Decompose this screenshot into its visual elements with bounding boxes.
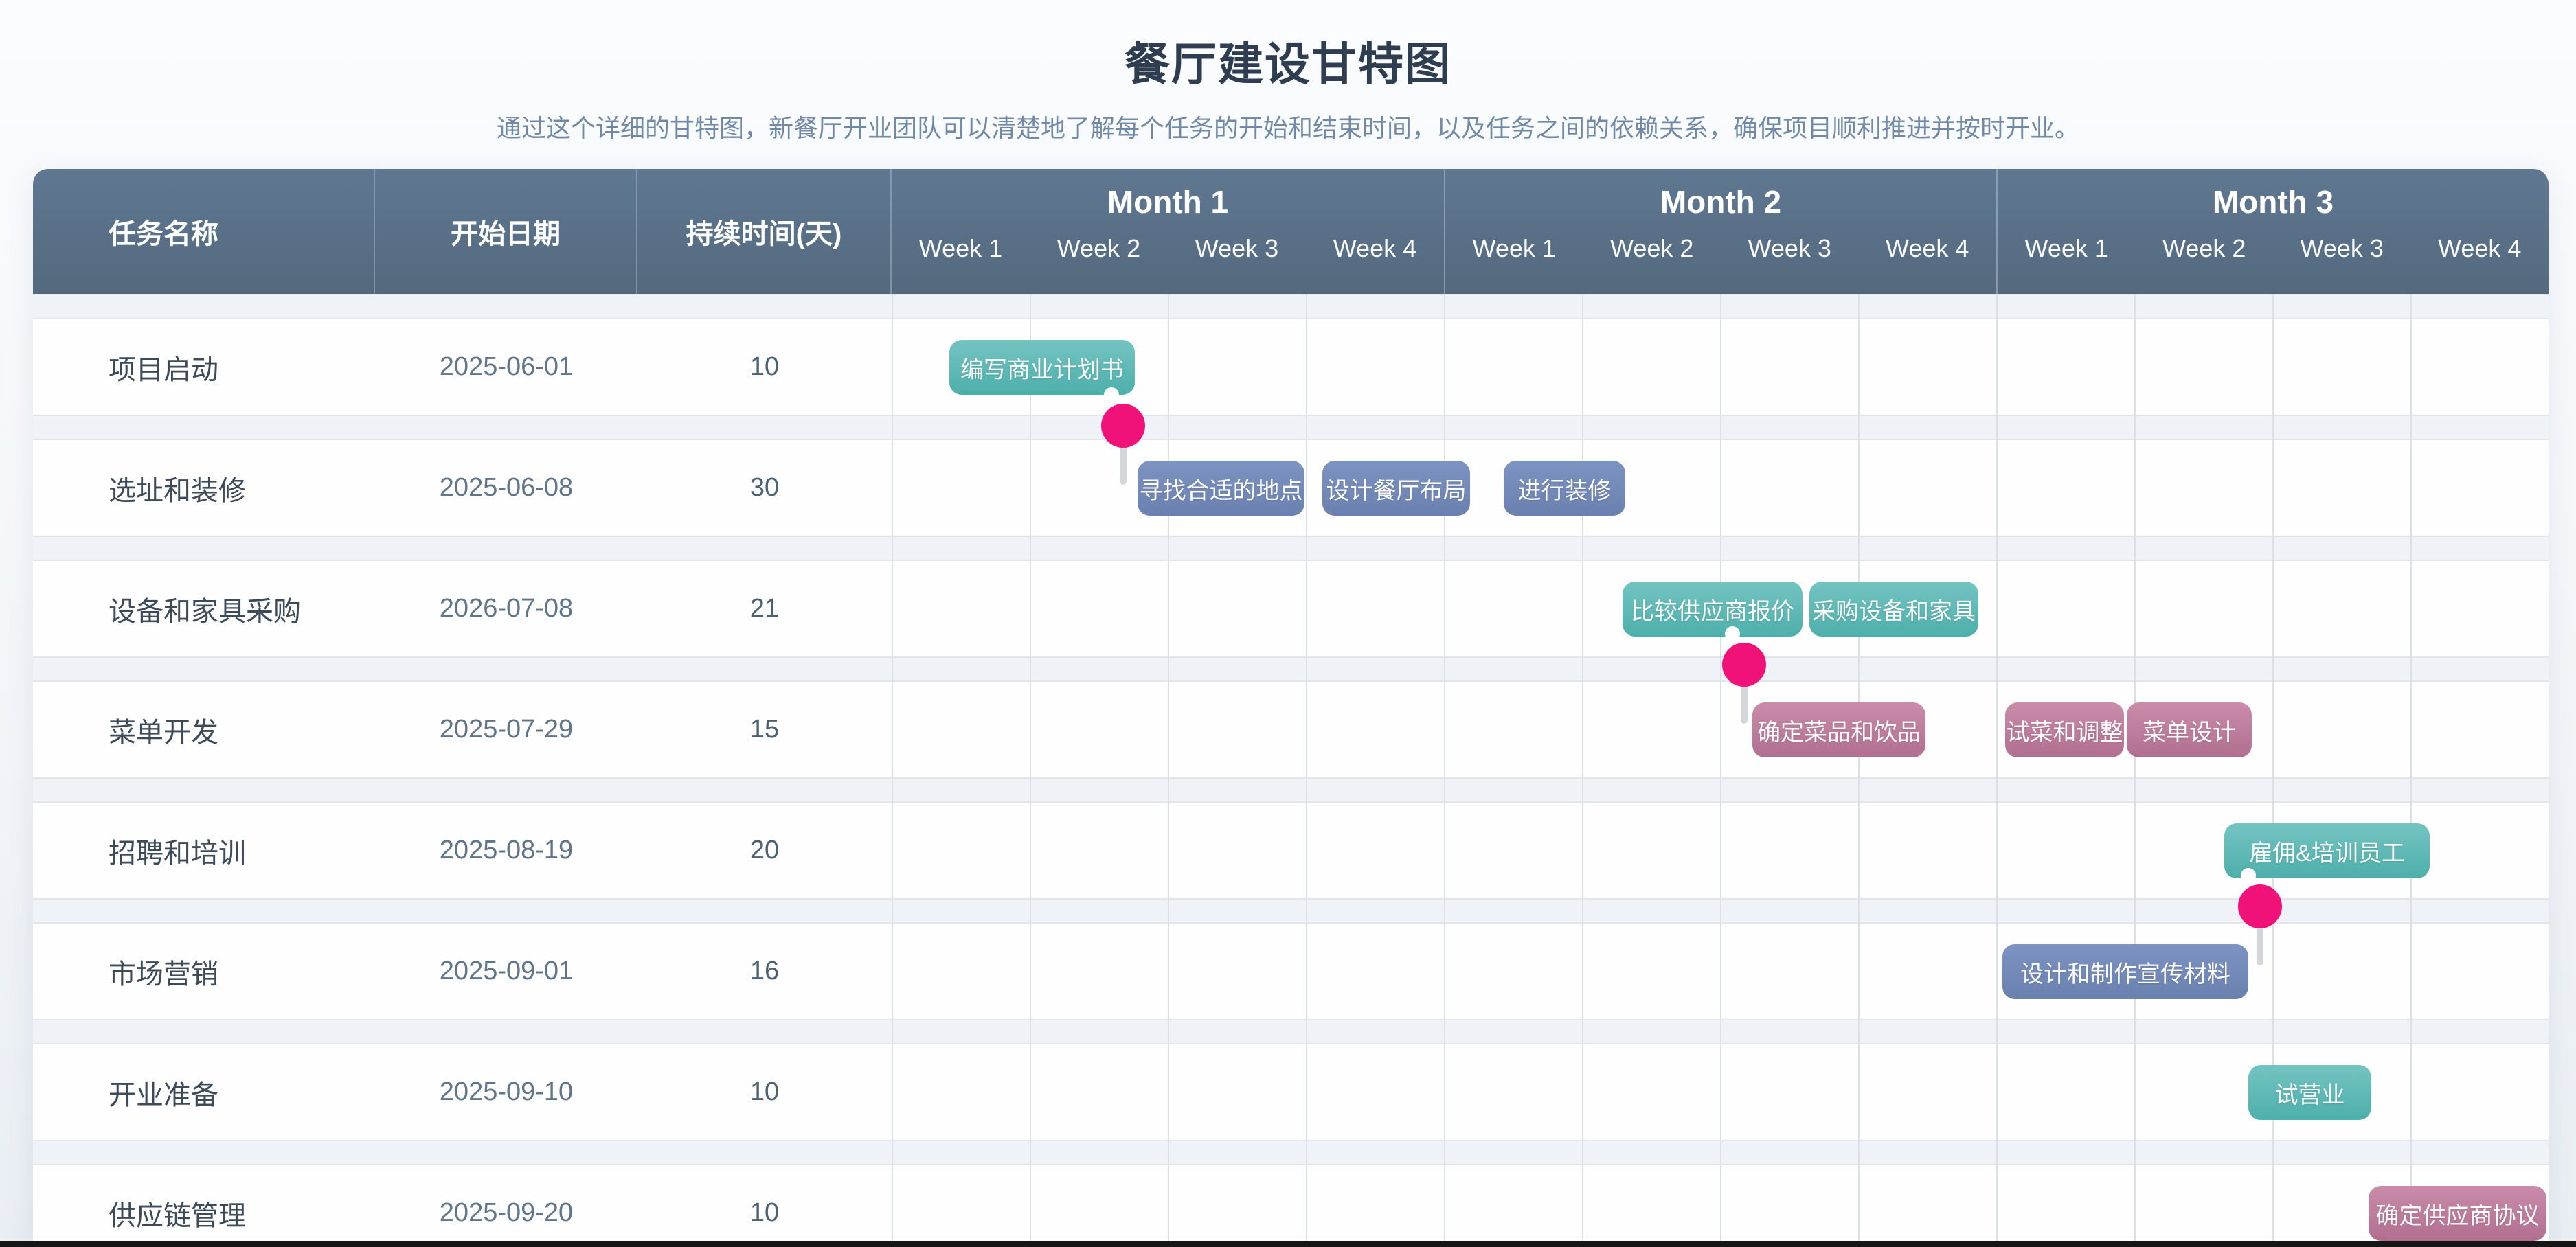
month-group-3: Month 3Week 1Week 2Week 3Week 4	[1996, 169, 2549, 294]
gantt-page: 餐厅建设甘特图 通过这个详细的甘特图，新餐厅开业团队可以清楚地了解每个任务的开始…	[0, 0, 2576, 1247]
table-row: 项目启动2025-06-0110	[33, 319, 2549, 415]
table-row: 招聘和培训2025-08-1920	[33, 803, 2549, 898]
week-label: Week 3	[1168, 234, 1306, 263]
table-body: 项目启动2025-06-0110选址和装修2025-06-0830设备和家具采购…	[33, 294, 2549, 1247]
task-name: 设备和家具采购	[33, 589, 375, 629]
month-label: Month 3	[1998, 169, 2549, 234]
table-row: 开业准备2025-09-1010	[33, 1044, 2549, 1140]
task-duration: 10	[637, 1198, 892, 1228]
task-duration: 30	[637, 473, 892, 503]
week-label: Week 2	[1030, 234, 1168, 263]
task-duration: 20	[637, 836, 892, 865]
week-row: Week 1Week 2Week 3Week 4	[1998, 234, 2549, 294]
gantt-bar[interactable]: 设计餐厅布局	[1322, 461, 1470, 516]
milestone-shine	[1104, 387, 1119, 402]
month-group-2: Month 2Week 1Week 2Week 3Week 4	[1444, 169, 1996, 294]
week-label: Week 1	[1445, 234, 1583, 263]
gantt-bar[interactable]: 采购设备和家具	[1809, 582, 1978, 637]
row-separator-band	[33, 294, 2549, 319]
week-label: Week 1	[892, 234, 1030, 263]
week-label: Week 3	[1721, 234, 1859, 263]
row-separator-band	[33, 536, 2549, 561]
week-label: Week 1	[1998, 234, 2136, 263]
gantt-bar[interactable]: 寻找合适的地点	[1138, 461, 1304, 516]
column-header-start-date: 开始日期	[375, 169, 637, 294]
task-name: 供应链管理	[33, 1193, 375, 1233]
row-separator-band	[33, 656, 2549, 682]
gantt-bar[interactable]: 进行装修	[1504, 461, 1625, 516]
gantt-bar[interactable]: 确定供应商协议	[2369, 1186, 2546, 1241]
gantt-table: 任务名称 开始日期 持续时间(天) Month 1Week 1Week 2Wee…	[33, 169, 2549, 1247]
row-separator-band	[33, 1140, 2549, 1165]
month-label: Month 2	[1445, 169, 1996, 234]
gantt-bar[interactable]: 编写商业计划书	[949, 340, 1135, 395]
gantt-bar[interactable]: 设计和制作宣传材料	[2002, 944, 2248, 999]
milestone-ball-icon	[1722, 643, 1766, 687]
gantt-bar[interactable]: 菜单设计	[2127, 702, 2252, 757]
week-label: Week 2	[2136, 234, 2274, 263]
task-duration: 16	[637, 957, 892, 986]
row-separator-band	[33, 777, 2549, 803]
week-label: Week 4	[2411, 234, 2549, 263]
task-start-date: 2025-09-10	[375, 1077, 637, 1107]
gantt-bar[interactable]: 试营业	[2248, 1065, 2371, 1120]
gantt-bar[interactable]: 比较供应商报价	[1623, 582, 1803, 637]
task-name: 招聘和培训	[33, 831, 375, 871]
task-duration: 15	[637, 715, 892, 744]
gantt-bar[interactable]: 确定菜品和饮品	[1752, 702, 1925, 757]
timeline-header: Month 1Week 1Week 2Week 3Week 4Month 2We…	[892, 169, 2549, 294]
task-start-date: 2025-06-08	[375, 473, 637, 503]
row-separator-band	[33, 415, 2549, 440]
week-label: Week 3	[2273, 234, 2411, 263]
month-group-1: Month 1Week 1Week 2Week 3Week 4	[892, 169, 1444, 294]
row-separator-band	[33, 898, 2549, 924]
task-duration: 10	[637, 1077, 892, 1107]
task-start-date: 2026-07-08	[375, 594, 637, 624]
task-name: 菜单开发	[33, 710, 375, 750]
task-start-date: 2025-07-29	[375, 715, 637, 744]
column-header-duration: 持续时间(天)	[637, 169, 892, 294]
column-header-task-name: 任务名称	[33, 169, 375, 294]
task-name: 开业准备	[33, 1073, 375, 1112]
table-header: 任务名称 开始日期 持续时间(天) Month 1Week 1Week 2Wee…	[33, 169, 2549, 294]
task-start-date: 2025-09-20	[375, 1198, 637, 1228]
gantt-bar[interactable]: 试菜和调整	[2005, 702, 2124, 757]
milestone-ball-icon	[2238, 884, 2282, 928]
task-start-date: 2025-09-01	[375, 957, 637, 986]
bottom-strip	[0, 1241, 2576, 1247]
task-start-date: 2025-06-01	[375, 352, 637, 382]
week-label: Week 4	[1306, 234, 1444, 263]
row-separator-band	[33, 1019, 2549, 1044]
week-label: Week 4	[1859, 234, 1997, 263]
gantt-bar[interactable]: 雇佣&培训员工	[2224, 823, 2430, 878]
task-start-date: 2025-08-19	[375, 836, 637, 865]
milestone-shine	[2241, 868, 2256, 883]
task-name: 市场营销	[33, 952, 375, 992]
task-name: 选址和装修	[33, 468, 375, 508]
milestone-shine	[1725, 626, 1740, 641]
milestone-ball-icon	[1101, 404, 1145, 448]
page-title: 餐厅建设甘特图	[0, 27, 2576, 93]
page-subtitle: 通过这个详细的甘特图，新餐厅开业团队可以清楚地了解每个任务的开始和结束时间，以及…	[0, 108, 2576, 144]
task-duration: 21	[637, 594, 892, 624]
week-row: Week 1Week 2Week 3Week 4	[892, 234, 1444, 294]
task-name: 项目启动	[33, 347, 375, 387]
week-label: Week 2	[1583, 234, 1721, 263]
month-label: Month 1	[892, 169, 1444, 234]
table-row: 供应链管理2025-09-2010	[33, 1165, 2549, 1247]
table-row: 设备和家具采购2026-07-0821	[33, 561, 2549, 656]
week-row: Week 1Week 2Week 3Week 4	[1445, 234, 1996, 294]
task-duration: 10	[637, 352, 892, 382]
